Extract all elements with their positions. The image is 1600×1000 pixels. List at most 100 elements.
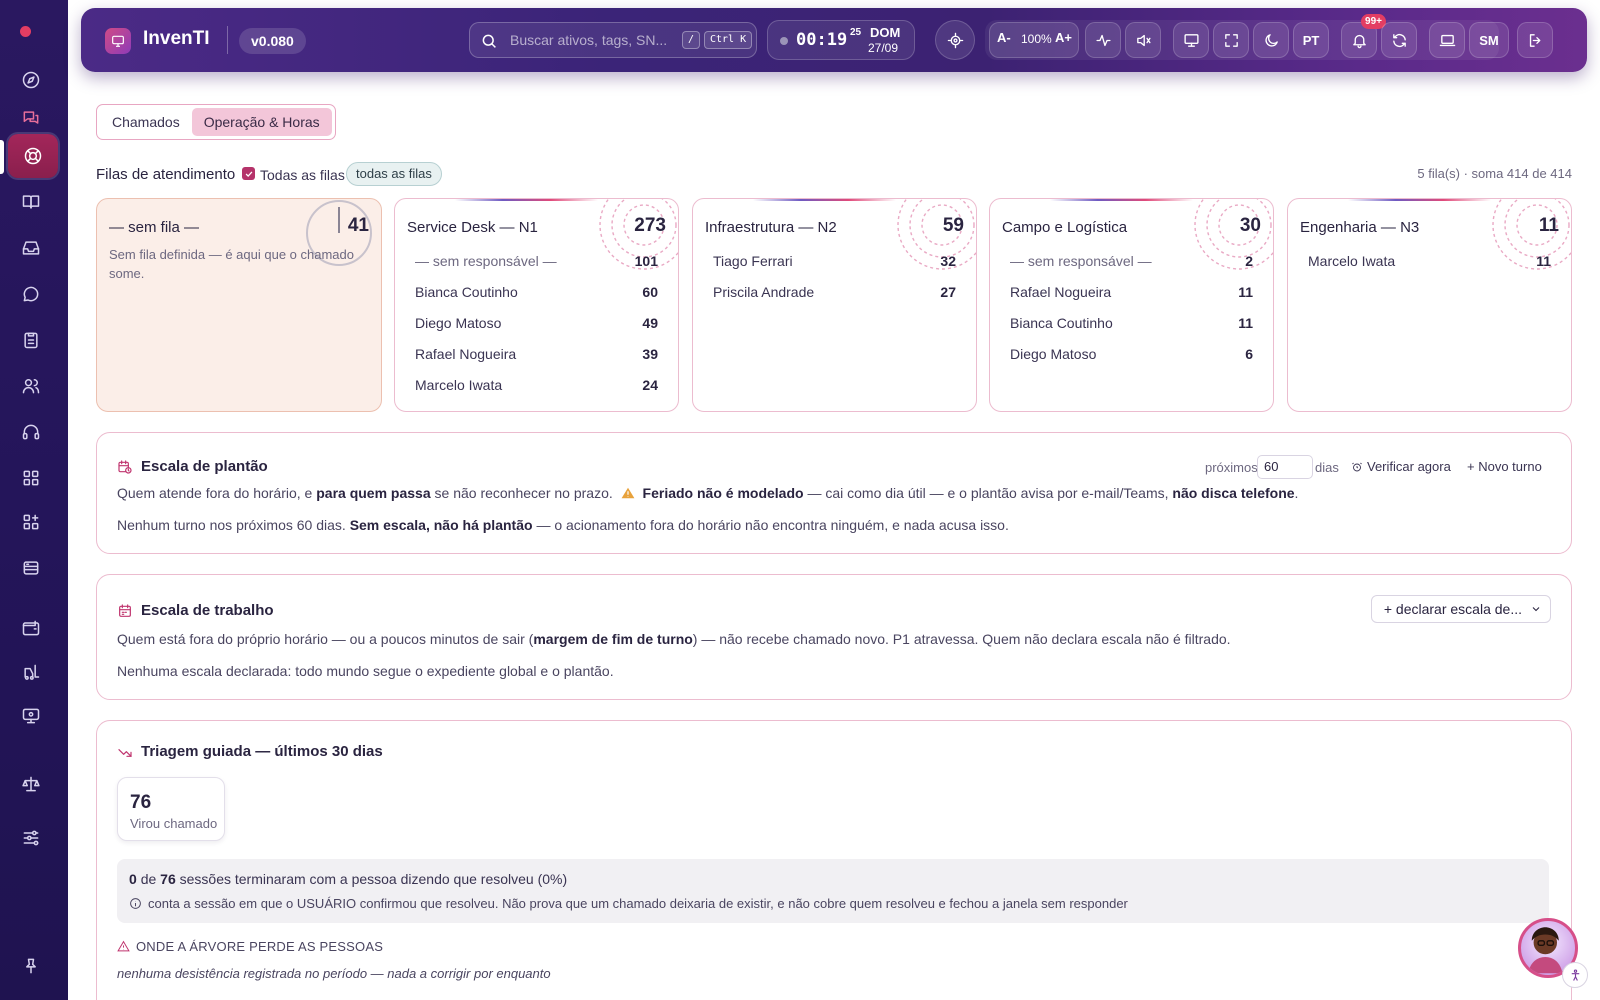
refresh-button[interactable] [1381, 22, 1417, 58]
stat-label: Virou chamado [130, 816, 218, 831]
queue-row[interactable]: — sem responsável — 101 [415, 253, 658, 273]
queue-card-infraestrutura[interactable]: Infraestrutura — N2 59 Tiago Ferrari 32 P… [692, 198, 977, 412]
queue-row[interactable]: Marcelo Iwata 24 [415, 377, 658, 397]
bell-icon [1352, 34, 1366, 48]
check-now-button[interactable]: Verificar agora [1351, 459, 1451, 474]
queue-row[interactable]: — sem responsável — 2 [1010, 253, 1253, 273]
card-accent-line [455, 199, 598, 201]
queue-row[interactable]: Rafael Nogueira 39 [415, 346, 658, 366]
lifebuoy-icon[interactable] [8, 134, 58, 178]
inbox-icon[interactable] [10, 228, 52, 268]
queue-total: 41 [347, 215, 369, 236]
tab-chamados[interactable]: Chamados [100, 108, 192, 136]
queue-card-service-desk[interactable]: Service Desk — N1 273 — sem responsável … [394, 198, 679, 412]
present-button[interactable] [1173, 22, 1209, 58]
book-icon[interactable] [10, 182, 52, 222]
clipboard-icon[interactable] [10, 320, 52, 360]
card-accent-line [753, 199, 896, 201]
wallet-icon[interactable] [10, 608, 52, 648]
compass-icon[interactable] [10, 60, 52, 100]
user-menu-button[interactable]: SM [1469, 22, 1509, 58]
queues-summary: 5 fila(s) · soma 414 de 414 [1417, 166, 1572, 181]
text-bold: Sem escala, não há plantão [349, 517, 533, 533]
locate-button[interactable] [935, 20, 975, 60]
zoom-increase-button[interactable]: A+ [1055, 30, 1072, 45]
headset-icon[interactable] [10, 412, 52, 452]
assignee-name: Diego Matoso [415, 315, 502, 331]
assignee-name: Diego Matoso [1010, 346, 1097, 362]
search-input[interactable]: Buscar ativos, tags, SN... / Ctrl K [469, 22, 757, 58]
assignee-count: 24 [642, 377, 658, 393]
notifications-button[interactable]: 99+ [1341, 14, 1386, 58]
warning-icon [621, 487, 635, 499]
alert-triangle-icon [117, 940, 130, 952]
queue-card-campo-logistica[interactable]: Campo e Logística 30 — sem responsável —… [989, 198, 1274, 412]
queue-description: Sem fila definida — é aqui que o chamado… [109, 247, 354, 281]
days-label-suffix: dias [1315, 460, 1339, 475]
fullscreen-button[interactable] [1213, 22, 1249, 58]
calendar-clock-icon [117, 459, 133, 475]
assignee-count: 11 [1238, 315, 1253, 331]
monitor-settings-icon[interactable] [10, 696, 52, 736]
zoom-level: 100% [1021, 32, 1052, 46]
mute-button[interactable] [1125, 22, 1161, 58]
sidebar [0, 0, 68, 1000]
dropoff-empty-note: nenhuma desistência registrada no períod… [117, 966, 551, 981]
queue-filter-pill[interactable]: todas as filas [346, 162, 442, 186]
queue-row[interactable]: Tiago Ferrari 32 [713, 253, 956, 273]
oncall-empty-state: Nenhum turno nos próximos 60 dias. Sem e… [117, 517, 1009, 533]
grid-icon[interactable] [10, 458, 52, 498]
all-queues-label[interactable]: Todas as filas [260, 167, 345, 183]
text: — cai como dia útil — e o plantão avisa … [807, 485, 1169, 501]
text: Nenhum turno nos próximos 60 dias. [117, 517, 346, 533]
queue-row[interactable]: Diego Matoso 49 [415, 315, 658, 335]
server-icon[interactable] [10, 548, 52, 588]
text: sessões terminaram com a pessoa dizendo … [179, 871, 568, 887]
queue-name: Engenharia — N3 [1300, 219, 1420, 236]
queue-row[interactable]: Bianca Coutinho 11 [1010, 315, 1253, 335]
message-icon[interactable] [10, 274, 52, 314]
sessions-total: 76 [160, 871, 176, 887]
accessibility-button[interactable] [1562, 962, 1588, 988]
logout-icon [1529, 33, 1540, 47]
clock: 00:19 25 DOM 27/09 [767, 20, 915, 60]
days-input[interactable]: 60 [1257, 455, 1313, 479]
zoom-decrease-button[interactable]: A- [997, 30, 1011, 45]
forklift-icon[interactable] [10, 652, 52, 692]
queue-total: 30 [1239, 215, 1261, 236]
assignee-count: 6 [1245, 346, 1253, 362]
sliders-icon[interactable] [10, 818, 52, 858]
queue-card-no-queue[interactable]: — sem fila — 41 Sem fila definida — é aq… [96, 198, 382, 412]
chat-bubbles-icon[interactable] [10, 98, 52, 138]
assignee-count: 60 [642, 284, 658, 300]
logout-button[interactable] [1517, 22, 1553, 58]
queue-row[interactable]: Bianca Coutinho 60 [415, 284, 658, 304]
apps-add-icon[interactable] [10, 502, 52, 542]
clock-date: 27/09 [868, 41, 899, 55]
text: ONDE A ÁRVORE PERDE AS PESSOAS [136, 939, 384, 954]
language-button[interactable]: PT [1293, 22, 1329, 58]
active-indicator [0, 140, 4, 174]
queue-row[interactable]: Priscila Andrade 27 [713, 284, 956, 304]
queue-name: Service Desk — N1 [407, 219, 538, 236]
pin-icon[interactable] [10, 946, 52, 986]
triage-panel: Triagem guiada — últimos 30 dias 76 Viro… [96, 720, 1572, 1000]
queue-row[interactable]: Diego Matoso 6 [1010, 346, 1253, 366]
all-queues-checkbox[interactable] [242, 167, 255, 180]
queue-row[interactable]: Rafael Nogueira 11 [1010, 284, 1253, 304]
queue-row[interactable]: Marcelo Iwata 11 [1308, 253, 1551, 273]
crosshair-icon [947, 32, 963, 48]
tab-operacao-horas[interactable]: Operação & Horas [191, 108, 332, 136]
activity-button[interactable] [1085, 22, 1121, 58]
dark-mode-button[interactable] [1253, 22, 1289, 58]
users-icon[interactable] [10, 366, 52, 406]
moon-icon [1264, 33, 1278, 47]
queue-card-engenharia[interactable]: Engenharia — N3 11 Marcelo Iwata 11 [1287, 198, 1572, 412]
new-shift-button[interactable]: + Novo turno [1467, 459, 1542, 474]
assignee-name: Bianca Coutinho [415, 284, 518, 300]
declare-scale-select[interactable]: + declarar escala de... [1370, 595, 1551, 623]
workscale-empty-state: Nenhuma escala declarada: todo mundo seg… [117, 663, 614, 679]
stat-value: 76 [130, 792, 152, 813]
scale-icon[interactable] [10, 764, 52, 804]
screen-button[interactable] [1429, 22, 1465, 58]
